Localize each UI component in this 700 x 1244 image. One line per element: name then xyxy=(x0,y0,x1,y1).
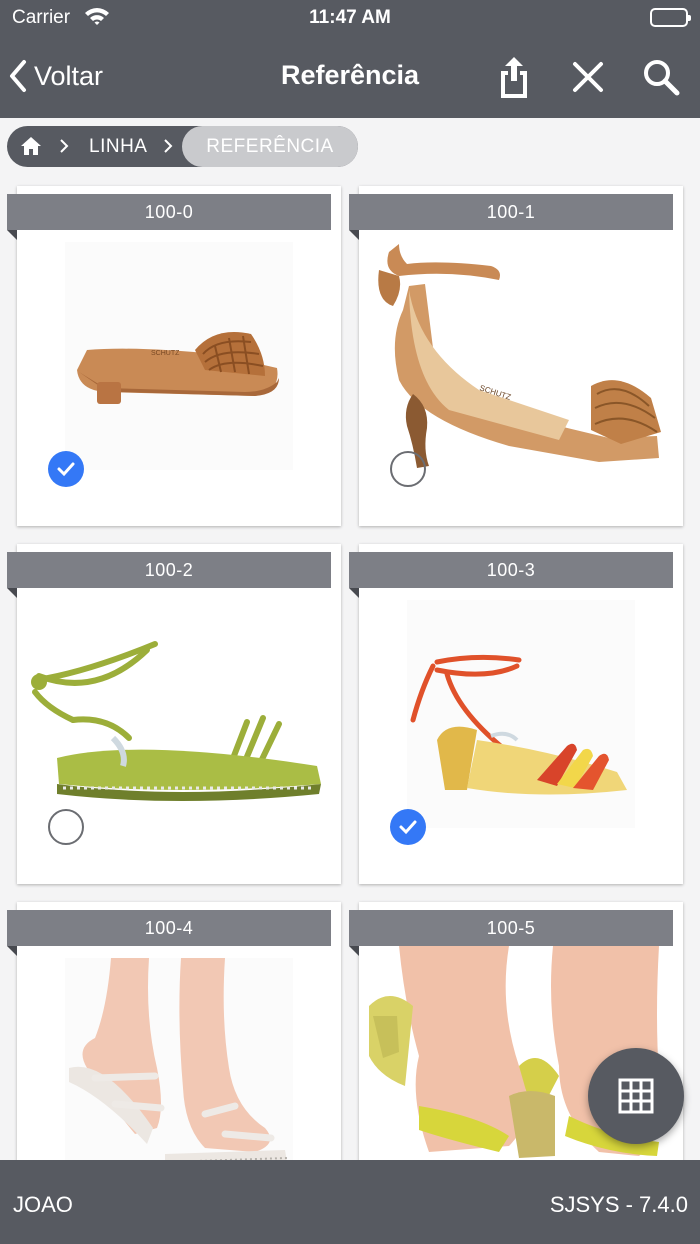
grid-view-button[interactable] xyxy=(588,1048,684,1144)
chevron-right-icon xyxy=(58,138,70,154)
close-icon xyxy=(573,62,603,92)
checkmark-icon xyxy=(57,462,75,477)
battery-icon xyxy=(650,8,691,27)
close-button[interactable] xyxy=(565,54,611,100)
search-button[interactable] xyxy=(638,54,684,100)
search-icon xyxy=(644,60,680,96)
status-time: 11:47 AM xyxy=(309,7,391,28)
share-button[interactable] xyxy=(491,54,537,100)
checkmark-icon xyxy=(399,820,417,835)
product-code: 100-1 xyxy=(349,194,673,230)
product-image: SCHUTZ xyxy=(65,242,293,470)
svg-text:SCHUTZ: SCHUTZ xyxy=(151,350,180,357)
footer-bar: JOAO SJSYS - 7.4.0 xyxy=(0,1160,700,1244)
navigation-bar: Voltar Referência xyxy=(0,36,700,118)
select-checkbox[interactable] xyxy=(48,809,84,845)
select-checkbox[interactable] xyxy=(48,451,84,487)
product-grid: 100-0 SCHUTZ 100-1 SCHUTZ 100-2 100-3 10… xyxy=(0,180,700,1160)
chevron-left-icon xyxy=(10,60,26,92)
product-card-100-4[interactable]: 100-4 xyxy=(7,902,341,1160)
product-image xyxy=(65,958,293,1160)
product-image xyxy=(407,600,635,828)
product-code: 100-5 xyxy=(349,910,673,946)
back-button[interactable]: Voltar xyxy=(8,56,103,96)
product-card-100-0[interactable]: 100-0 SCHUTZ xyxy=(7,186,341,526)
share-icon xyxy=(501,57,527,98)
product-code: 100-2 xyxy=(7,552,331,588)
breadcrumb-current: REFERÊNCIA xyxy=(182,126,358,167)
breadcrumb: LINHA REFERÊNCIA xyxy=(7,126,358,167)
grid-hash-icon xyxy=(618,1078,654,1114)
product-card-100-1[interactable]: 100-1 SCHUTZ xyxy=(349,186,683,526)
home-icon[interactable] xyxy=(20,135,42,157)
product-card-100-3[interactable]: 100-3 xyxy=(349,544,683,884)
select-checkbox[interactable] xyxy=(390,809,426,845)
back-label: Voltar xyxy=(34,60,104,91)
select-checkbox[interactable] xyxy=(390,451,426,487)
product-code: 100-3 xyxy=(349,552,673,588)
status-bar: Carrier 11:47 AM xyxy=(0,0,700,36)
product-code: 100-0 xyxy=(7,194,331,230)
chevron-right-icon xyxy=(162,138,174,154)
product-code: 100-4 xyxy=(7,910,331,946)
user-name: JOAO xyxy=(13,1192,73,1217)
breadcrumb-item-linha[interactable]: LINHA xyxy=(89,136,147,158)
product-card-100-2[interactable]: 100-2 xyxy=(7,544,341,884)
app-version: SJSYS - 7.4.0 xyxy=(549,1192,688,1217)
